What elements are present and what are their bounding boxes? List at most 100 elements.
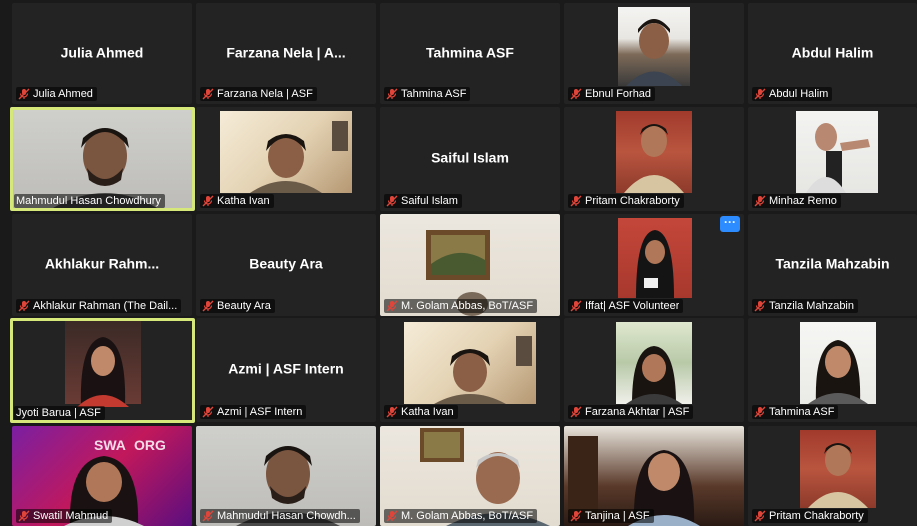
participant-display-name: Tahmina ASF <box>426 43 514 60</box>
participant-display-name: Farzana Nela | A... <box>226 43 346 60</box>
participant-grid: Julia Ahmed Julia Ahmed Farzana Nela | A… <box>0 0 917 526</box>
mic-muted-icon <box>202 195 214 207</box>
participant-name-label: Azmi | ASF Intern <box>200 405 307 419</box>
participant-name-label: Katha Ivan <box>200 194 274 208</box>
participant-video <box>796 111 878 193</box>
mic-muted-icon <box>202 88 214 100</box>
mic-muted-icon <box>386 88 398 100</box>
person-silhouette-icon <box>636 230 674 298</box>
mic-muted-icon <box>386 300 398 312</box>
person-silhouette-icon <box>77 337 129 407</box>
participant-tile[interactable]: Farzana Akhtar | ASF <box>564 318 744 422</box>
participant-display-name: Abdul Halim <box>791 43 874 60</box>
participant-tile[interactable]: Beauty Ara Beauty Ara <box>196 214 376 316</box>
mic-muted-icon <box>570 510 582 522</box>
participant-tile[interactable]: Mahmudul Hasan Chowdh... <box>196 426 376 526</box>
participant-display-name: Beauty Ara <box>249 255 323 272</box>
mic-muted-icon <box>570 300 582 312</box>
participant-display-name: Tanzila Mahzabin <box>775 255 890 272</box>
participant-video <box>616 322 692 404</box>
mic-muted-icon <box>754 406 766 418</box>
participant-tile[interactable]: M. Golam Abbas, BoT/ASF <box>380 214 560 316</box>
participant-name-label: Tahmina ASF <box>384 87 471 101</box>
participant-video <box>618 7 690 86</box>
participant-tile-active-speaker[interactable]: Mahmudul Hasan Chowdhury <box>10 107 195 211</box>
participant-tile[interactable]: Tanzila Mahzabin Tanzila Mahzabin <box>748 214 917 316</box>
svg-text:ORG: ORG <box>134 437 166 453</box>
participant-tile[interactable]: SWA ORG Swatil Mahmud <box>12 426 192 526</box>
participant-name-label: Akhlakur Rahman (The Dail... <box>16 299 182 313</box>
participant-name-label: Mahmudul Hasan Chowdh... <box>200 509 360 523</box>
participant-name-label: M. Golam Abbas, BoT/ASF <box>384 299 538 313</box>
participant-name-label: Saiful Islam <box>384 194 462 208</box>
participant-tile[interactable]: Tanjina | ASF <box>564 426 744 526</box>
mic-muted-icon <box>754 195 766 207</box>
participant-tile[interactable]: Pritam Chakraborty <box>748 426 917 526</box>
participant-display-name: Saiful Islam <box>431 149 509 166</box>
svg-text:SWA: SWA <box>94 437 126 453</box>
participant-name-label: Mahmudul Hasan Chowdhury <box>14 194 165 208</box>
participant-name-label: Julia Ahmed <box>16 87 97 101</box>
mic-muted-icon <box>570 88 582 100</box>
participant-tile[interactable]: Pritam Chakraborty <box>564 107 744 211</box>
participant-tile[interactable]: Abdul Halim Abdul Halim <box>748 3 917 104</box>
participant-tile[interactable]: ··· Iffat| ASF Volunteer <box>564 214 744 316</box>
mic-muted-icon <box>202 300 214 312</box>
participant-tile[interactable]: M. Golam Abbas, BoT/ASF <box>380 426 560 526</box>
mic-muted-icon <box>754 510 766 522</box>
participant-name-label: Beauty Ara <box>200 299 275 313</box>
person-silhouette-icon <box>626 346 682 404</box>
participant-tile[interactable]: Farzana Nela | A... Farzana Nela | ASF <box>196 3 376 104</box>
participant-name-label: Farzana Nela | ASF <box>200 87 317 101</box>
person-silhouette-icon <box>624 124 684 193</box>
participant-video <box>616 111 692 193</box>
participant-name-label: Iffat| ASF Volunteer <box>568 299 684 313</box>
participant-name-label: Pritam Chakraborty <box>752 509 868 523</box>
participant-tile-spotlight[interactable]: Jyoti Barua | ASF <box>10 318 195 423</box>
participant-tile[interactable]: Katha Ivan <box>380 318 560 422</box>
participant-video <box>220 111 352 193</box>
participant-name-label: Tanjina | ASF <box>568 509 654 523</box>
participant-tile[interactable]: Tahmina ASF Tahmina ASF <box>380 3 560 104</box>
participant-name-label: Ebnul Forhad <box>568 87 656 101</box>
participant-video <box>800 322 876 404</box>
mic-muted-icon <box>202 406 214 418</box>
participant-display-name: Azmi | ASF Intern <box>228 360 344 377</box>
person-silhouette-icon <box>626 19 682 86</box>
mic-muted-icon <box>570 406 582 418</box>
participant-tile[interactable]: Azmi | ASF Intern Azmi | ASF Intern <box>196 318 376 422</box>
person-silhouette-icon <box>808 443 868 508</box>
participant-name-label: Abdul Halim <box>752 87 833 101</box>
mic-muted-icon <box>386 510 398 522</box>
participant-name-label: Minhaz Remo <box>752 194 841 208</box>
mic-muted-icon <box>386 406 398 418</box>
person-silhouette-icon <box>808 340 868 404</box>
person-silhouette-icon <box>434 336 532 404</box>
participant-tile[interactable]: Akhlakur Rahm... Akhlakur Rahman (The Da… <box>12 214 192 316</box>
participant-video <box>65 321 141 407</box>
more-options-button[interactable]: ··· <box>720 216 740 232</box>
participant-tile[interactable]: Ebnul Forhad <box>564 3 744 104</box>
person-silhouette-icon <box>250 121 348 193</box>
mic-muted-icon <box>18 510 30 522</box>
participant-display-name: Julia Ahmed <box>60 43 144 60</box>
participant-video <box>618 218 692 298</box>
mic-muted-icon <box>570 195 582 207</box>
mic-muted-icon <box>754 88 766 100</box>
participant-display-name: Akhlakur Rahm... <box>44 255 160 272</box>
mic-muted-icon <box>202 510 214 522</box>
participant-tile[interactable]: Katha Ivan <box>196 107 376 211</box>
participant-tile[interactable]: Minhaz Remo <box>748 107 917 211</box>
mic-muted-icon <box>18 300 30 312</box>
participant-tile[interactable]: Tahmina ASF <box>748 318 917 422</box>
participant-tile[interactable]: Julia Ahmed Julia Ahmed <box>12 3 192 104</box>
participant-name-label: Tanzila Mahzabin <box>752 299 858 313</box>
participant-name-label: Katha Ivan <box>384 405 458 419</box>
participant-tile[interactable]: Saiful Islam Saiful Islam <box>380 107 560 211</box>
mic-muted-icon <box>754 300 766 312</box>
participant-name-label: Farzana Akhtar | ASF <box>568 405 694 419</box>
participant-name-label: Tahmina ASF <box>752 405 839 419</box>
participant-video <box>800 430 876 508</box>
person-silhouette-icon <box>806 123 870 193</box>
participant-name-label: Swatil Mahmud <box>16 509 113 523</box>
